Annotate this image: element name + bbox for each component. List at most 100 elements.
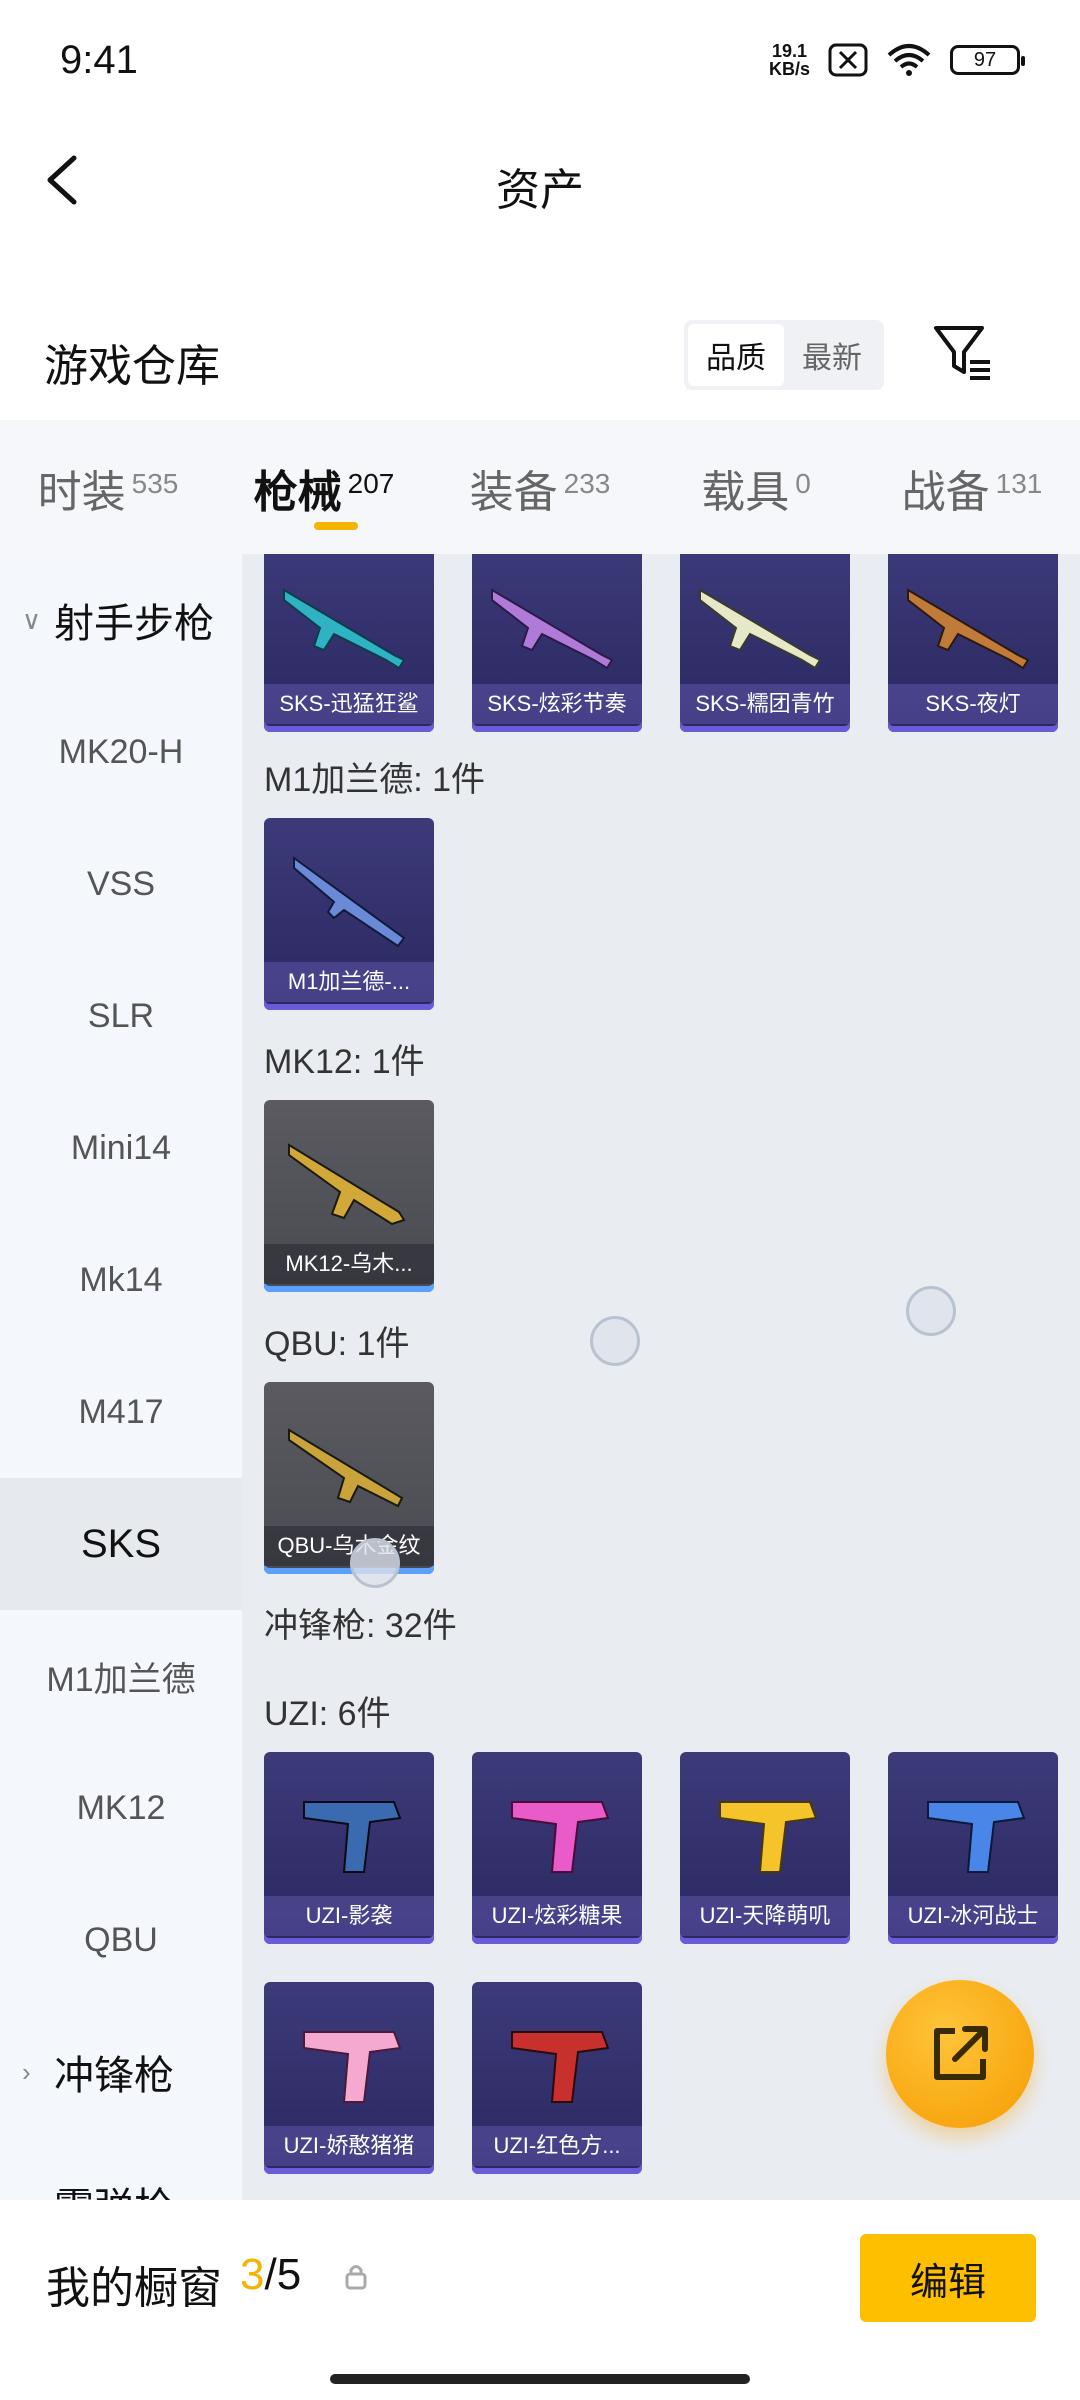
status-time: 9:41 bbox=[60, 38, 138, 82]
wifi-icon bbox=[887, 44, 931, 76]
rifle-icon bbox=[288, 1143, 406, 1226]
tab-count: 131 bbox=[995, 468, 1043, 499]
skin-name: M1加兰德-... bbox=[264, 962, 434, 1002]
sidebar-item-m1-garand[interactable]: M1加兰德 bbox=[0, 1610, 242, 1742]
weapon-grid: SKS-迅猛狂鲨 SKS-炫彩节奏 SKS-糯团青竹 SKS-夜灯 M1加兰德:… bbox=[242, 554, 1080, 2200]
chevron-right-icon: › bbox=[22, 2056, 31, 2087]
showcase-label: 我的橱窗 bbox=[46, 2264, 222, 2313]
battery-level: 97 bbox=[973, 48, 997, 71]
top-app-bar: 资产 bbox=[0, 130, 1080, 230]
skin-card[interactable]: MK12-乌木... bbox=[264, 1100, 434, 1292]
sidebar-group-smg[interactable]: › 冲锋枪 bbox=[0, 2006, 242, 2138]
battery-icon: 97 bbox=[950, 45, 1025, 75]
section-title: 游戏仓库 bbox=[44, 342, 220, 391]
status-bar: 9:41 19.1 KB/s 97 bbox=[0, 0, 1080, 130]
group-label-qbu: QBU: 1件 bbox=[264, 1325, 410, 1363]
status-icons: 19.1 KB/s 97 bbox=[769, 42, 1025, 78]
tab-count: 233 bbox=[563, 468, 611, 499]
sim-off-icon bbox=[828, 43, 868, 77]
sidebar-item-label: 霰弹枪 bbox=[54, 2175, 174, 2200]
skin-name: UZI-天降萌叽 bbox=[680, 1896, 850, 1936]
sidebar-item-slr[interactable]: SLR bbox=[0, 950, 242, 1082]
smg-icon bbox=[511, 2031, 610, 2103]
tab-count: 207 bbox=[347, 468, 395, 499]
net-speed-value: 19.1 bbox=[771, 41, 808, 61]
sidebar-item-mk12[interactable]: MK12 bbox=[0, 1742, 242, 1874]
category-tabs: 时装 535 枪械 207 装备 233 载具 0 战备 131 bbox=[0, 420, 1080, 554]
edit-button[interactable]: 编辑 bbox=[860, 2234, 1036, 2322]
tab-label: 载具 bbox=[701, 468, 790, 517]
page-title: 资产 bbox=[496, 166, 584, 215]
chevron-right-icon: › bbox=[22, 2189, 42, 2201]
tab-label: 战备 bbox=[901, 468, 990, 517]
skin-name: SKS-糯团青竹 bbox=[680, 684, 850, 724]
skin-name: UZI-娇憨猪猪 bbox=[264, 2126, 434, 2166]
rifle-icon bbox=[288, 1428, 404, 1508]
smg-icon bbox=[303, 2031, 402, 2103]
sidebar-item-m417[interactable]: M417 bbox=[0, 1346, 242, 1478]
skin-card[interactable]: UZI-冰河战士 bbox=[888, 1752, 1058, 1944]
sidebar-item-mini14[interactable]: Mini14 bbox=[0, 1082, 242, 1214]
showcase-total: 5 bbox=[276, 2250, 302, 2299]
sidebar-item-vss[interactable]: VSS bbox=[0, 818, 242, 950]
sidebar-group-shotgun[interactable]: › 霰弹枪 bbox=[0, 2138, 242, 2200]
group-label-mk12: MK12: 1件 bbox=[264, 1043, 425, 1081]
sort-toggle: 品质 最新 bbox=[684, 320, 884, 390]
skin-name: MK12-乌木... bbox=[264, 1244, 434, 1284]
tab-combat-supplies[interactable]: 战备 131 bbox=[864, 420, 1080, 520]
skin-card[interactable]: SKS-夜灯 bbox=[888, 554, 1058, 732]
skin-card[interactable]: UZI-红色方... bbox=[472, 1982, 642, 2174]
tab-vehicles[interactable]: 载具 0 bbox=[648, 420, 864, 520]
share-fab[interactable] bbox=[886, 1980, 1034, 2128]
skin-card[interactable]: SKS-糯团青竹 bbox=[680, 554, 850, 732]
touch-indicator bbox=[590, 1316, 640, 1366]
sidebar-item-mk20h[interactable]: MK20-H bbox=[0, 686, 242, 818]
warehouse-header: 游戏仓库 品质 最新 bbox=[0, 300, 1080, 420]
chevron-down-icon: ∨ bbox=[22, 604, 42, 635]
showcase-separator: / bbox=[264, 2250, 277, 2299]
smg-icon bbox=[719, 1801, 818, 1873]
sidebar-item-mk14[interactable]: Mk14 bbox=[0, 1214, 242, 1346]
skin-name: UZI-影袭 bbox=[264, 1896, 434, 1936]
tab-count: 0 bbox=[795, 468, 811, 499]
skin-name: UZI-炫彩糖果 bbox=[472, 1896, 642, 1936]
sidebar-item-label: 射手步枪 bbox=[54, 602, 214, 646]
tab-fashion[interactable]: 时装 535 bbox=[0, 420, 216, 520]
smg-icon bbox=[511, 1801, 610, 1873]
touch-indicator bbox=[906, 1286, 956, 1336]
skin-card[interactable]: UZI-娇憨猪猪 bbox=[264, 1982, 434, 2174]
sort-latest-button[interactable]: 最新 bbox=[784, 324, 880, 386]
skin-card[interactable]: SKS-迅猛狂鲨 bbox=[264, 554, 434, 732]
showcase-bar: 我的橱窗 3/5 编辑 bbox=[0, 2200, 1080, 2400]
sidebar-item-qbu[interactable]: QBU bbox=[0, 1874, 242, 2006]
filter-icon[interactable] bbox=[930, 320, 996, 386]
tab-label: 时装 bbox=[37, 468, 126, 517]
skin-card[interactable]: M1加兰德-... bbox=[264, 818, 434, 1010]
rifle-icon bbox=[907, 588, 1030, 670]
share-external-icon bbox=[934, 2026, 988, 2080]
skin-card[interactable]: QBU-乌木金纹 bbox=[264, 1382, 434, 1574]
net-speed: 19.1 KB/s bbox=[769, 42, 810, 78]
skin-card[interactable]: UZI-影袭 bbox=[264, 1752, 434, 1944]
skin-card[interactable]: UZI-天降萌叽 bbox=[680, 1752, 850, 1944]
tab-count: 535 bbox=[131, 468, 179, 499]
tab-equipment[interactable]: 装备 233 bbox=[432, 420, 648, 520]
skin-name: QBU-乌木金纹 bbox=[264, 1526, 434, 1566]
sidebar-group-marksman[interactable]: ∨ 射手步枪 bbox=[0, 554, 242, 686]
tab-guns[interactable]: 枪械 207 bbox=[216, 420, 432, 530]
home-indicator bbox=[330, 2374, 750, 2384]
skin-name: UZI-红色方... bbox=[472, 2126, 642, 2166]
tab-active-indicator bbox=[314, 522, 358, 530]
skin-card[interactable]: UZI-炫彩糖果 bbox=[472, 1752, 642, 1944]
smg-icon bbox=[303, 1801, 402, 1873]
skin-name: SKS-炫彩节奏 bbox=[472, 684, 642, 724]
skin-card[interactable]: SKS-炫彩节奏 bbox=[472, 554, 642, 732]
sort-quality-button[interactable]: 品质 bbox=[688, 324, 784, 386]
sidebar-item-sks[interactable]: SKS bbox=[0, 1478, 242, 1610]
showcase-current: 3 bbox=[240, 2250, 265, 2299]
skin-name: UZI-冰河战士 bbox=[888, 1896, 1058, 1936]
skin-name: SKS-迅猛狂鲨 bbox=[264, 684, 434, 724]
rifle-icon bbox=[283, 588, 406, 670]
group-label-uzi: UZI: 6件 bbox=[264, 1695, 391, 1733]
tab-label: 枪械 bbox=[253, 468, 342, 517]
